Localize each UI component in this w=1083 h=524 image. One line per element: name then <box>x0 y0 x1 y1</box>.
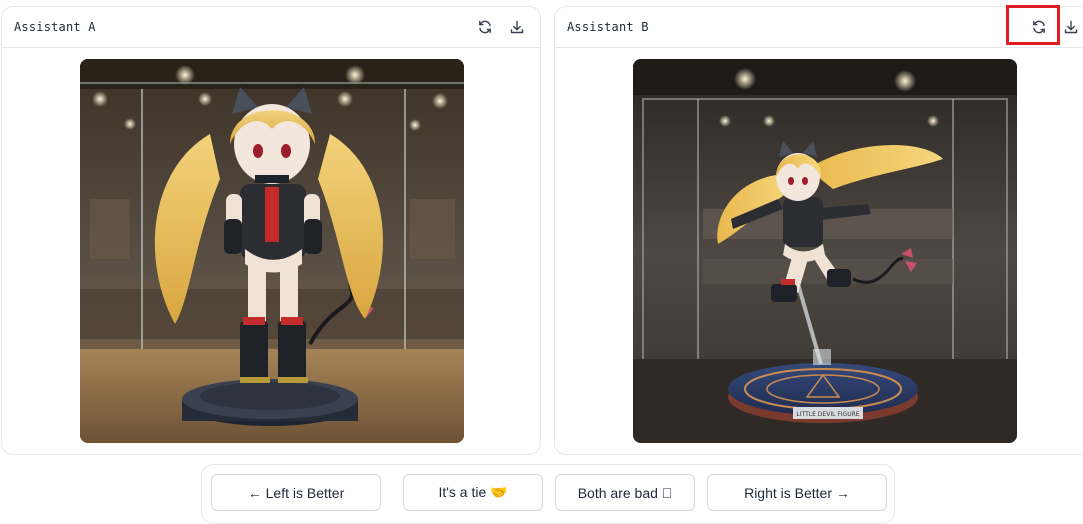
figure-leaping-image: LITTLE DEVIL FIGURE <box>633 59 1017 443</box>
figure-standing-image <box>80 59 464 443</box>
right-is-better-button[interactable]: Right is Better → <box>707 474 887 511</box>
assistant-a-title: Assistant A <box>14 20 96 34</box>
vote-bar: ← Left is Better It's a tie 🤝 Both are b… <box>201 464 895 524</box>
assistant-b-header: Assistant B <box>555 7 1083 48</box>
regenerate-a-button[interactable] <box>473 15 497 39</box>
assistant-b-panel: Assistant B LITTLE DEVIL FIGURE <box>554 6 1083 455</box>
assistant-a-image <box>80 59 464 443</box>
assistant-a-header: Assistant A <box>2 7 540 48</box>
download-icon <box>510 20 524 34</box>
assistant-b-title: Assistant B <box>567 20 649 34</box>
both-are-bad-button[interactable]: Both are bad ⃠ <box>555 474 695 511</box>
refresh-icon <box>1033 20 1045 34</box>
assistant-b-image: LITTLE DEVIL FIGURE <box>633 59 1017 443</box>
tie-button[interactable]: It's a tie 🤝 <box>403 474 543 511</box>
left-is-better-button[interactable]: ← Left is Better <box>211 474 381 511</box>
download-b-button[interactable] <box>1059 15 1083 39</box>
base-plate-text: LITTLE DEVIL FIGURE <box>796 411 859 418</box>
download-a-button[interactable] <box>505 15 529 39</box>
assistant-a-panel: Assistant A <box>1 6 541 455</box>
download-icon <box>1064 20 1078 34</box>
regenerate-b-button[interactable] <box>1027 15 1051 39</box>
refresh-icon <box>479 20 491 34</box>
